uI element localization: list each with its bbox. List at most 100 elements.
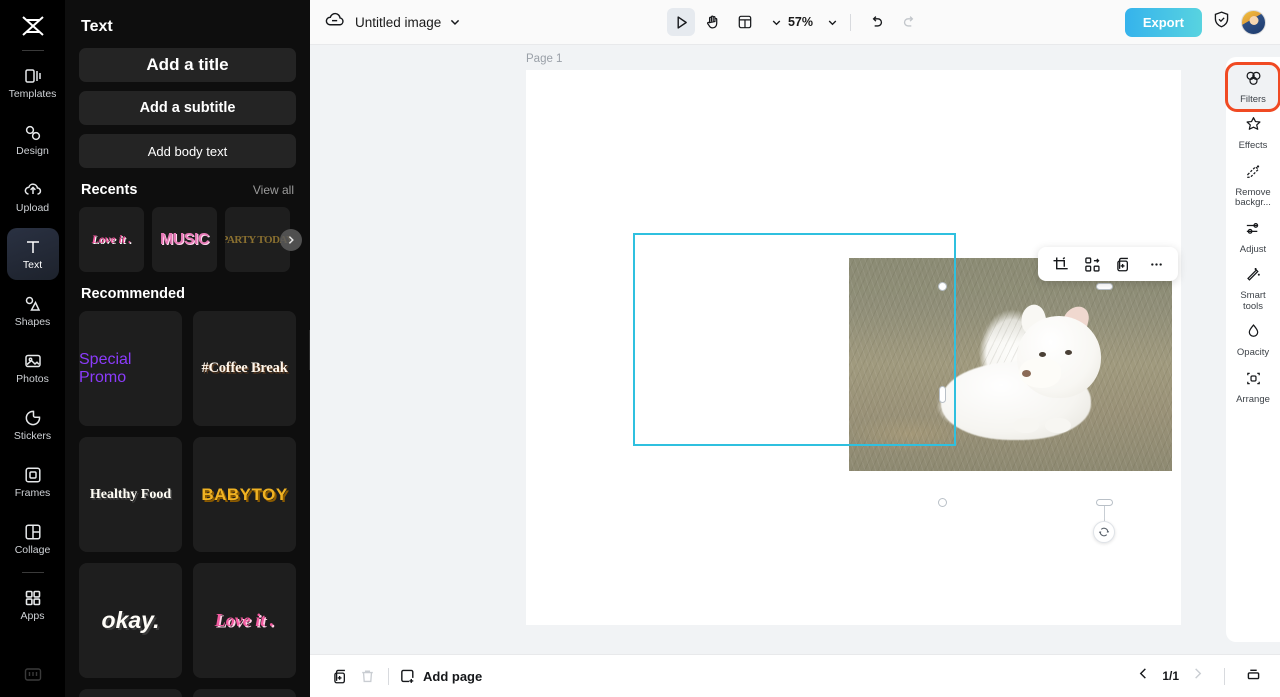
resize-handle-top[interactable]	[1096, 283, 1113, 290]
tool-filters[interactable]: Filters	[1225, 61, 1280, 113]
rail-divider-2	[21, 572, 44, 573]
layout-chevron-down-icon[interactable]	[771, 17, 782, 28]
template-card[interactable]: BABYTOY	[193, 437, 296, 552]
hand-icon	[707, 15, 718, 29]
recents-next-button[interactable]	[280, 228, 302, 251]
sidebar-item-shapes[interactable]: Shapes	[7, 285, 59, 337]
cloud-sync-icon[interactable]	[324, 9, 345, 35]
page-label: Page 1	[526, 53, 563, 65]
recommended-title: Recommended	[81, 286, 185, 302]
resize-handle-bottom[interactable]	[1096, 499, 1113, 506]
zoom-chevron-down-icon[interactable]	[827, 17, 838, 28]
replace-button[interactable]	[1078, 250, 1106, 278]
collage-icon	[23, 522, 43, 542]
add-subtitle-button[interactable]: Add a subtitle	[79, 91, 296, 125]
tool-effects[interactable]: Effects	[1228, 111, 1278, 155]
cursor-icon	[677, 15, 687, 29]
toolbar-divider	[850, 13, 852, 31]
sidebar-item-photos[interactable]: Photos	[7, 342, 59, 394]
tool-remove-background[interactable]: Remove backgr...	[1228, 158, 1278, 213]
image-float-toolbar	[1038, 247, 1178, 281]
sidebar-item-collage[interactable]: Collage	[7, 513, 59, 565]
chevron-down-icon[interactable]	[449, 16, 461, 28]
resize-handle-bottom-left[interactable]	[938, 498, 947, 507]
apps-icon	[23, 588, 43, 608]
tool-adjust[interactable]: Adjust	[1228, 215, 1278, 259]
puppy-image[interactable]	[849, 258, 1172, 471]
puppy-paw	[1045, 418, 1071, 433]
shield-check-icon[interactable]	[1212, 10, 1231, 34]
avatar[interactable]	[1241, 9, 1266, 35]
duplicate-page-button[interactable]	[328, 663, 354, 689]
recent-item[interactable]: Love it .	[79, 207, 144, 272]
rail-bottom-area	[0, 666, 65, 689]
delete-page-button[interactable]	[354, 663, 380, 689]
replace-icon	[1084, 256, 1100, 272]
sidebar-item-label: Apps	[20, 609, 45, 622]
redo-button[interactable]	[895, 8, 923, 36]
tool-label: Effects	[1238, 140, 1268, 152]
crop-button[interactable]	[1046, 250, 1074, 278]
recommended-grid: Special Promo #Coffee Break Healthy Food…	[79, 311, 296, 697]
hand-tool-button[interactable]	[699, 8, 727, 36]
recent-item[interactable]: MUSIC	[152, 207, 217, 272]
template-card[interactable]: okay.	[79, 563, 182, 678]
redo-icon	[903, 16, 914, 27]
select-tool-button[interactable]	[666, 8, 695, 36]
template-card[interactable]	[193, 689, 296, 697]
template-card[interactable]	[79, 689, 182, 697]
rail-divider	[21, 50, 44, 51]
zoom-level[interactable]: 57%	[786, 15, 815, 29]
app-root: Templates Design Upload Text Shapes Phot…	[0, 0, 1280, 697]
recommended-header: Recommended	[81, 286, 294, 302]
sidebar-item-design[interactable]: Design	[7, 114, 59, 166]
panel-collapse-handle[interactable]	[309, 330, 310, 370]
resize-handle-left[interactable]	[939, 386, 946, 403]
sidebar-item-upload[interactable]: Upload	[7, 171, 59, 223]
more-button[interactable]	[1142, 250, 1170, 278]
add-page-button[interactable]: Add page	[399, 668, 482, 685]
template-card[interactable]: Special Promo	[79, 311, 182, 426]
tool-opacity[interactable]: Opacity	[1228, 318, 1278, 362]
rotate-handle[interactable]	[1093, 521, 1115, 543]
template-card[interactable]: Love it .	[193, 563, 296, 678]
recent-item-label: MUSIC	[159, 230, 210, 248]
crop-icon	[1053, 256, 1068, 269]
capcut-logo-icon[interactable]	[13, 8, 53, 44]
bottom-toolbar: Add page 1/1	[310, 654, 1280, 697]
sidebar-item-label: Design	[16, 144, 49, 157]
resize-handle-top-left[interactable]	[938, 282, 947, 291]
filters-icon	[1244, 69, 1263, 93]
sidebar-item-frames[interactable]: Frames	[7, 456, 59, 508]
page-indicator: 1/1	[1162, 669, 1179, 683]
tool-smart-tools[interactable]: Smart tools	[1228, 261, 1278, 316]
undo-button[interactable]	[863, 8, 891, 36]
canvas-area[interactable]: Page 1	[310, 45, 1280, 654]
photos-icon	[23, 351, 43, 371]
duplicate-button[interactable]	[1110, 250, 1138, 278]
prev-page-button[interactable]	[1137, 667, 1150, 685]
timeline-toggle-icon[interactable]	[23, 666, 43, 689]
bottom-divider	[388, 667, 389, 685]
sidebar-item-text[interactable]: Text	[6, 228, 59, 280]
template-card[interactable]: Healthy Food	[79, 437, 182, 552]
layout-tool-button[interactable]	[731, 8, 759, 36]
add-body-text-button[interactable]: Add body text	[79, 134, 296, 168]
sidebar-item-stickers[interactable]: Stickers	[7, 399, 59, 451]
sidebar-item-templates[interactable]: Templates	[7, 57, 59, 109]
add-page-icon	[401, 669, 414, 683]
sidebar-item-label: Templates	[8, 87, 57, 100]
export-button[interactable]: Export	[1124, 7, 1202, 37]
template-label: okay.	[101, 607, 160, 633]
tool-label: Adjust	[1239, 243, 1267, 255]
timeline-panel-button[interactable]	[1245, 665, 1262, 687]
document-title[interactable]: Untitled image	[355, 15, 441, 30]
tool-arrange[interactable]: Arrange	[1228, 365, 1278, 409]
recents-header: Recents View all	[81, 182, 294, 198]
artboard[interactable]	[526, 70, 1181, 625]
next-page-button[interactable]	[1191, 667, 1204, 685]
recents-view-all-link[interactable]: View all	[253, 183, 294, 197]
sidebar-item-apps[interactable]: Apps	[7, 579, 59, 631]
add-title-button[interactable]: Add a title	[79, 48, 296, 82]
template-card[interactable]: #Coffee Break	[193, 311, 296, 426]
